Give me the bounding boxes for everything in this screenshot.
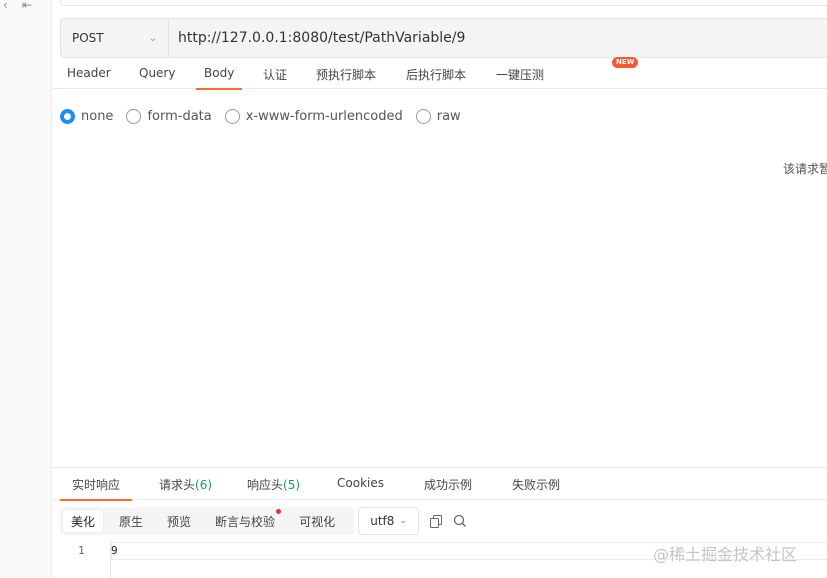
watermark: @稀土掘金技术社区 — [653, 545, 798, 564]
tab-cookies[interactable]: Cookies — [337, 476, 384, 490]
tab-count: (6) — [195, 478, 213, 492]
tab-label: 请求头 — [159, 478, 196, 492]
tab-live-response[interactable]: 实时响应 — [59, 476, 133, 501]
view-assertion-button[interactable]: 断言与校验 — [207, 509, 283, 532]
search-icon[interactable] — [453, 514, 467, 528]
copy-icon[interactable] — [429, 514, 443, 528]
radio-label: x-www-form-urlencoded — [245, 108, 403, 124]
radio-form-data[interactable]: form-data — [126, 108, 212, 124]
radio-none[interactable]: none — [60, 108, 114, 124]
view-preview-button[interactable]: 预览 — [159, 510, 199, 532]
tab-failure-example[interactable]: 失败示例 — [512, 476, 560, 493]
notification-dot — [276, 509, 282, 514]
tab-response-headers[interactable]: 响应头(5) — [247, 476, 300, 493]
tab-label: 实时响应 — [72, 478, 121, 492]
radio-unchecked-icon — [126, 108, 142, 124]
view-beautify-button[interactable]: 美化 — [63, 510, 104, 532]
body-type-radio-group: none form-data x-www-form-urlencoded raw — [60, 106, 474, 126]
tab-auth[interactable]: 认证 — [263, 66, 287, 83]
radio-checked-icon — [60, 108, 75, 124]
tab-pre-script[interactable]: 预执行脚本 — [316, 66, 376, 83]
line-number: 1 — [78, 544, 85, 557]
radio-label: form-data — [147, 108, 212, 124]
tab-query[interactable]: Query — [139, 66, 175, 80]
encoding-value: utf8 — [370, 514, 395, 528]
chevron-down-icon: ⌄ — [399, 516, 407, 526]
tab-header[interactable]: Header — [67, 66, 111, 80]
encoding-select[interactable]: utf8 ⌄ — [358, 507, 420, 535]
radio-unchecked-icon — [415, 108, 431, 124]
tab-label: 响应头 — [247, 478, 284, 492]
view-raw-button[interactable]: 原生 — [111, 510, 151, 532]
tab-post-script[interactable]: 后执行脚本 — [406, 66, 466, 83]
tab-request-headers[interactable]: 请求头(6) — [159, 476, 212, 493]
radio-urlencoded[interactable]: x-www-form-urlencoded — [224, 108, 403, 124]
method-select[interactable]: POST ⌄ — [61, 19, 169, 57]
tab-load-test[interactable]: 一键压测 — [496, 66, 544, 83]
chevron-down-icon: ⌄ — [148, 32, 157, 44]
tab-count: (5) — [283, 478, 301, 492]
sidebar-toggle-icon[interactable]: ⇤ — [22, 0, 32, 11]
top-panel-edge — [60, 0, 827, 6]
collapse-icon[interactable]: ‹ — [3, 0, 8, 11]
response-tabs: 实时响应 请求头(6) 响应头(5) Cookies 成功示例 失败示例 — [52, 467, 827, 501]
response-body-text: 9 — [111, 544, 118, 557]
response-toolbar: 美化 原生 预览 断言与校验 可视化 utf8 ⌄ — [60, 507, 467, 535]
tab-body[interactable]: Body — [195, 66, 243, 90]
radio-raw[interactable]: raw — [415, 108, 461, 124]
method-value: POST — [72, 31, 104, 45]
segment-label: 断言与校验 — [215, 514, 276, 529]
tab-success-example[interactable]: 成功示例 — [424, 476, 472, 493]
left-sidebar: ‹ ⇤ — [0, 0, 52, 578]
url-input[interactable]: http://127.0.0.1:8080/test/PathVariable/… — [169, 30, 465, 46]
radio-unchecked-icon — [224, 108, 240, 124]
view-visualize-button[interactable]: 可视化 — [291, 510, 343, 532]
new-badge: NEW — [612, 57, 639, 68]
request-url-bar: POST ⌄ http://127.0.0.1:8080/test/PathVa… — [60, 18, 827, 58]
radio-label: raw — [436, 108, 461, 124]
view-mode-group: 美化 原生 预览 断言与校验 可视化 — [60, 507, 355, 535]
radio-label: none — [81, 108, 114, 124]
body-empty-notice: 该请求暂 — [783, 162, 827, 176]
request-tabs: Header Query Body 认证 预执行脚本 后执行脚本 一键压测 NE… — [52, 57, 827, 90]
